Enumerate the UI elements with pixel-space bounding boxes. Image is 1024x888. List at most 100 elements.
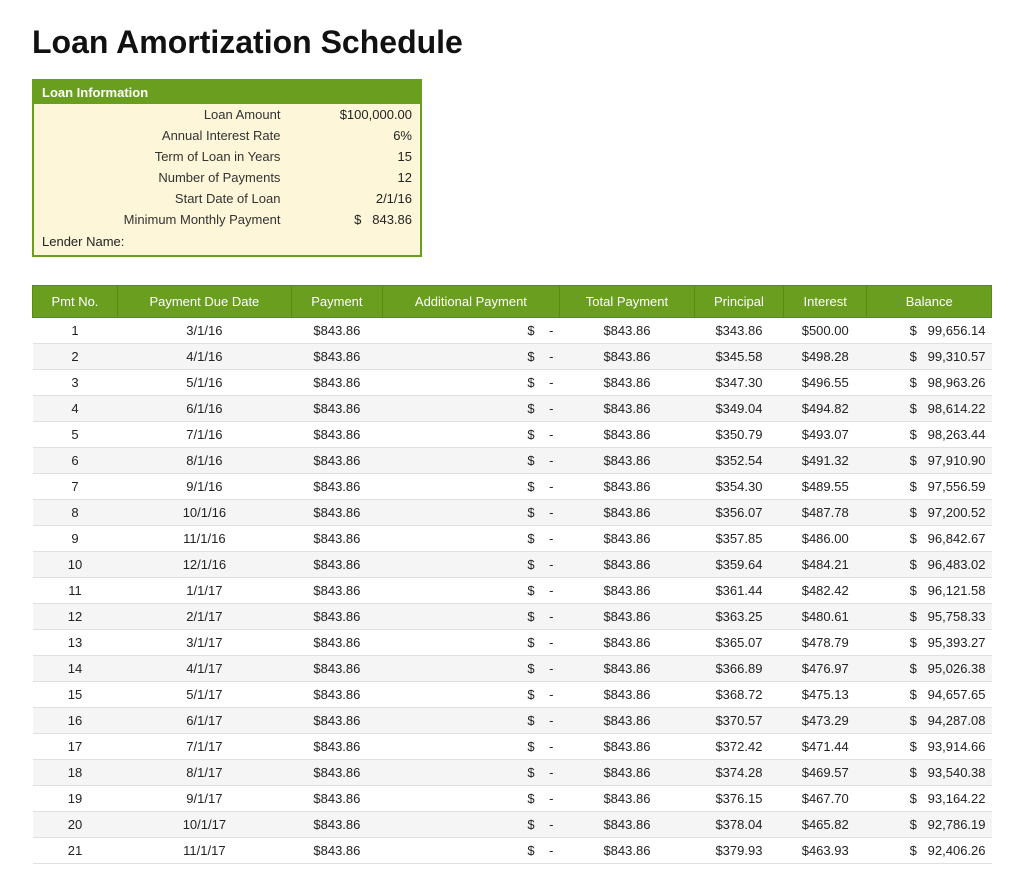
payment: $843.86 (291, 604, 382, 630)
pmt-no: 7 (33, 474, 118, 500)
payment: $843.86 (291, 656, 382, 682)
pmt-no: 17 (33, 734, 118, 760)
column-header: Principal (694, 286, 783, 318)
payment: $843.86 (291, 526, 382, 552)
interest: $478.79 (783, 630, 867, 656)
additional-payment: $ - (382, 344, 559, 370)
table-row: 2 4/1/16 $843.86 $ - $843.86 $345.58 $49… (33, 344, 992, 370)
loan-field-label: Term of Loan in Years (34, 146, 290, 167)
column-header: Additional Payment (382, 286, 559, 318)
total-payment: $843.86 (559, 578, 694, 604)
balance: $ 98,263.44 (867, 422, 992, 448)
principal: $354.30 (694, 474, 783, 500)
table-row: 21 11/1/17 $843.86 $ - $843.86 $379.93 $… (33, 838, 992, 864)
additional-payment: $ - (382, 734, 559, 760)
loan-field-label: Number of Payments (34, 167, 290, 188)
principal: $372.42 (694, 734, 783, 760)
additional-payment: $ - (382, 552, 559, 578)
payment-due-date: 9/1/17 (117, 786, 291, 812)
payment: $843.86 (291, 396, 382, 422)
interest: $494.82 (783, 396, 867, 422)
additional-payment: $ - (382, 318, 559, 344)
loan-field-value: 12 (290, 167, 420, 188)
additional-payment: $ - (382, 448, 559, 474)
payment-due-date: 9/1/16 (117, 474, 291, 500)
pmt-no: 19 (33, 786, 118, 812)
payment: $843.86 (291, 838, 382, 864)
payment-due-date: 1/1/17 (117, 578, 291, 604)
total-payment: $843.86 (559, 422, 694, 448)
pmt-no: 21 (33, 838, 118, 864)
table-row: 11 1/1/17 $843.86 $ - $843.86 $361.44 $4… (33, 578, 992, 604)
payment-due-date: 11/1/16 (117, 526, 291, 552)
payment: $843.86 (291, 708, 382, 734)
additional-payment: $ - (382, 578, 559, 604)
balance: $ 98,614.22 (867, 396, 992, 422)
principal: $365.07 (694, 630, 783, 656)
interest: $480.61 (783, 604, 867, 630)
balance: $ 93,540.38 (867, 760, 992, 786)
balance: $ 97,556.59 (867, 474, 992, 500)
pmt-no: 2 (33, 344, 118, 370)
payment-due-date: 3/1/16 (117, 318, 291, 344)
additional-payment: $ - (382, 474, 559, 500)
balance: $ 92,406.26 (867, 838, 992, 864)
principal: $378.04 (694, 812, 783, 838)
interest: $469.57 (783, 760, 867, 786)
additional-payment: $ - (382, 422, 559, 448)
loan-info-box: Loan Information Loan Amount$100,000.00A… (32, 79, 422, 257)
balance: $ 97,200.52 (867, 500, 992, 526)
loan-field-label: Start Date of Loan (34, 188, 290, 209)
table-row: 14 4/1/17 $843.86 $ - $843.86 $366.89 $4… (33, 656, 992, 682)
principal: $376.15 (694, 786, 783, 812)
interest: $465.82 (783, 812, 867, 838)
total-payment: $843.86 (559, 682, 694, 708)
additional-payment: $ - (382, 526, 559, 552)
balance: $ 96,121.58 (867, 578, 992, 604)
payment: $843.86 (291, 682, 382, 708)
total-payment: $843.86 (559, 760, 694, 786)
total-payment: $843.86 (559, 448, 694, 474)
total-payment: $843.86 (559, 370, 694, 396)
interest: $491.32 (783, 448, 867, 474)
principal: $359.64 (694, 552, 783, 578)
payment-due-date: 6/1/17 (117, 708, 291, 734)
total-payment: $843.86 (559, 318, 694, 344)
table-row: 3 5/1/16 $843.86 $ - $843.86 $347.30 $49… (33, 370, 992, 396)
pmt-no: 9 (33, 526, 118, 552)
payment: $843.86 (291, 552, 382, 578)
pmt-no: 4 (33, 396, 118, 422)
table-row: 5 7/1/16 $843.86 $ - $843.86 $350.79 $49… (33, 422, 992, 448)
loan-field-label: Minimum Monthly Payment (34, 209, 290, 230)
principal: $350.79 (694, 422, 783, 448)
payment: $843.86 (291, 630, 382, 656)
balance: $ 98,963.26 (867, 370, 992, 396)
pmt-no: 8 (33, 500, 118, 526)
balance: $ 92,786.19 (867, 812, 992, 838)
principal: $361.44 (694, 578, 783, 604)
pmt-no: 11 (33, 578, 118, 604)
total-payment: $843.86 (559, 344, 694, 370)
table-row: 4 6/1/16 $843.86 $ - $843.86 $349.04 $49… (33, 396, 992, 422)
loan-field-value: 6% (290, 125, 420, 146)
additional-payment: $ - (382, 630, 559, 656)
balance: $ 95,026.38 (867, 656, 992, 682)
payment-due-date: 12/1/16 (117, 552, 291, 578)
interest: $482.42 (783, 578, 867, 604)
column-header: Payment Due Date (117, 286, 291, 318)
pmt-no: 20 (33, 812, 118, 838)
principal: $349.04 (694, 396, 783, 422)
payment-due-date: 10/1/17 (117, 812, 291, 838)
additional-payment: $ - (382, 396, 559, 422)
payment-due-date: 8/1/16 (117, 448, 291, 474)
principal: $357.85 (694, 526, 783, 552)
loan-field-value: 2/1/16 (290, 188, 420, 209)
pmt-no: 16 (33, 708, 118, 734)
additional-payment: $ - (382, 682, 559, 708)
additional-payment: $ - (382, 708, 559, 734)
payment: $843.86 (291, 786, 382, 812)
payment-due-date: 10/1/16 (117, 500, 291, 526)
total-payment: $843.86 (559, 552, 694, 578)
total-payment: $843.86 (559, 630, 694, 656)
pmt-no: 5 (33, 422, 118, 448)
